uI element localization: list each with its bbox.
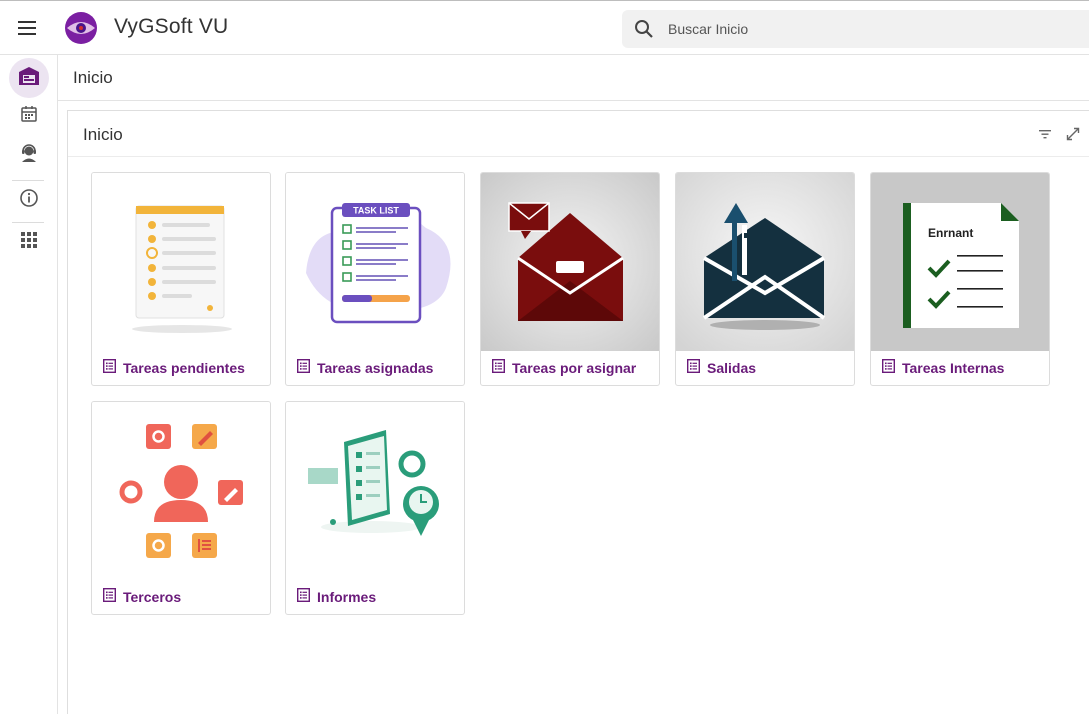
tile-tareas-por-asignar[interactable]: Tareas por asignar <box>480 172 660 386</box>
tile-label: Tareas asignadas <box>317 360 434 376</box>
app-title: VyGSoft VU <box>114 15 229 38</box>
tile-image: TASK LIST <box>286 173 464 351</box>
app-logo <box>64 11 98 45</box>
rail-item-inicio[interactable] <box>9 58 49 98</box>
calendar-icon <box>20 105 38 128</box>
filter-icon[interactable] <box>1037 126 1053 142</box>
tile-tareas-internas[interactable]: Enrnant Tareas Internas <box>870 172 1050 386</box>
tile-image <box>92 173 270 351</box>
tile-tareas-asignadas[interactable]: TASK LIST Tareas asignadas <box>285 172 465 386</box>
search-input[interactable] <box>668 10 1068 48</box>
search-icon[interactable] <box>634 19 654 44</box>
tile-label: Terceros <box>123 589 182 605</box>
page-header: Inicio <box>58 55 1089 101</box>
panel-tools <box>1037 126 1081 142</box>
tile-salidas[interactable]: Salidas <box>675 172 855 386</box>
tile-image: Enrnant <box>871 173 1049 351</box>
search-bar <box>622 10 1089 48</box>
document-list-icon <box>102 358 117 378</box>
side-rail <box>0 55 58 714</box>
tile-footer: Informes <box>286 580 464 614</box>
rail-item-support[interactable] <box>9 135 49 175</box>
tile-footer: Tareas asignadas <box>286 351 464 385</box>
tile-footer: Tareas por asignar <box>481 351 659 385</box>
apps-grid-icon <box>21 231 37 253</box>
tile-terceros[interactable]: Terceros <box>91 401 271 615</box>
task-list-banner: TASK LIST <box>353 206 399 216</box>
document-list-icon <box>102 587 117 607</box>
tile-footer: Tareas pendientes <box>92 351 270 385</box>
tile-footer: Salidas <box>676 351 854 385</box>
rail-item-apps[interactable] <box>9 222 49 262</box>
menu-icon[interactable] <box>12 13 42 43</box>
tile-label: Tareas pendientes <box>123 360 245 376</box>
tile-footer: Terceros <box>92 580 270 614</box>
tile-label: Tareas por asignar <box>512 360 637 376</box>
tile-label: Informes <box>317 589 377 605</box>
document-list-icon <box>296 587 311 607</box>
tile-informes[interactable]: Informes <box>285 401 465 615</box>
tile-image <box>676 173 854 351</box>
tile-footer: Tareas Internas <box>871 351 1049 385</box>
panel-title: Inicio <box>83 125 123 144</box>
info-icon <box>19 188 39 213</box>
tile-tareas-pendientes[interactable]: Tareas pendientes <box>91 172 271 386</box>
tile-image <box>481 173 659 351</box>
page-title: Inicio <box>73 68 113 87</box>
rail-item-info[interactable] <box>9 180 49 220</box>
rail-item-calendar[interactable] <box>9 96 49 136</box>
warehouse-icon <box>18 66 40 91</box>
document-list-icon <box>296 358 311 378</box>
tile-label: Tareas Internas <box>902 360 1005 376</box>
document-heading: Enrnant <box>928 226 973 240</box>
document-list-icon <box>491 358 506 378</box>
tile-image <box>92 402 270 580</box>
panel-header: Inicio <box>68 111 1089 157</box>
support-agent-icon <box>19 143 39 168</box>
app-bar: VyGSoft VU <box>0 0 1089 55</box>
tile-label: Salidas <box>707 360 757 376</box>
document-list-icon <box>881 358 896 378</box>
expand-icon[interactable] <box>1065 126 1081 142</box>
tile-image <box>286 402 464 580</box>
document-list-icon <box>686 358 701 378</box>
